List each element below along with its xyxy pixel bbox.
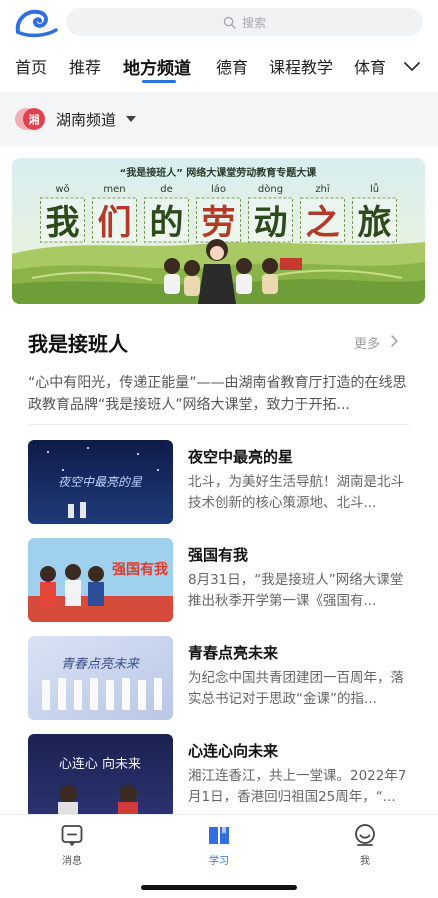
tab-sports[interactable]: 体育 <box>354 54 386 78</box>
nav-study[interactable]: 学习 <box>189 823 249 867</box>
region-selector-row: 湘 湖南频道 <box>0 92 438 146</box>
region-badge-text: 湘 <box>29 113 40 127</box>
region-label[interactable]: 湖南频道 <box>56 109 116 130</box>
thumbnail-title: 夜空中最亮的星 <box>58 475 143 489</box>
banner-pinyin: lǚ <box>370 182 379 195</box>
banner-pinyin: zhī <box>315 184 330 195</box>
caret-down-icon[interactable] <box>126 116 136 122</box>
banner-pinyin: de <box>160 184 173 195</box>
nav-label: 我 <box>360 856 370 867</box>
list-item[interactable]: 夜空中最亮的星 夜空中最亮的星 北斗，为美好生活导航！湖南是北斗技术创新的核心策… <box>28 440 413 526</box>
banner-title-char: 们 <box>98 203 132 243</box>
banner-illustration: “我是接班人” 网络大课堂劳动教育专题大课 wǒ 我 men 们 de 的 láo 劳 dòng… <box>12 158 425 304</box>
bottom-navigation: 消息 学习 我 <box>0 814 438 898</box>
chevron-right-icon[interactable] <box>389 335 399 347</box>
home-indicator <box>141 885 297 890</box>
video-thumbnail[interactable]: 心连心 向未来 <box>28 734 173 818</box>
banner-title-char: 之 <box>306 203 340 243</box>
chevron-down-icon[interactable] <box>402 56 422 76</box>
nav-messages[interactable]: 消息 <box>42 823 102 867</box>
item-title[interactable]: 青春点亮未来 <box>188 642 278 663</box>
active-tab-indicator <box>142 80 176 83</box>
item-description: 北斗，为美好生活导航！湖南是北斗技术创新的核心策源地、北斗... <box>188 474 404 511</box>
banner-title-char: 我 <box>46 203 80 243</box>
banner-title-char: 劳 <box>202 203 236 243</box>
thumbnail-title: 青春点亮未来 <box>61 657 141 672</box>
search-placeholder: 搜索 <box>241 15 266 30</box>
message-icon <box>61 825 83 846</box>
nav-label: 学习 <box>209 856 229 867</box>
banner-title-char: 旅 <box>358 203 392 243</box>
item-title[interactable]: 心连心向未来 <box>188 740 278 761</box>
region-badge-icon[interactable]: 湘 <box>14 106 46 132</box>
app-logo-icon[interactable] <box>14 6 58 38</box>
search-icon <box>223 16 236 29</box>
nav-profile[interactable]: 我 <box>335 823 395 867</box>
banner-pinyin: men <box>103 184 125 195</box>
promo-banner[interactable]: “我是接班人” 网络大课堂劳动教育专题大课 wǒ 我 men 们 de 的 láo 劳 dòng… <box>12 158 425 304</box>
banner-title-char: 的 <box>150 203 184 243</box>
banner-title-char: 动 <box>254 203 288 243</box>
book-icon <box>209 827 229 844</box>
item-description: 湘江连香江，共上一堂课。2022年7月1日，香港回归祖国25周年，“... <box>188 768 407 805</box>
item-title[interactable]: 强国有我 <box>188 544 248 565</box>
section-card: 我是接班人 更多 “心中有阳光，传递正能量”——由湖南省教育厅打造的在线思政教育… <box>12 304 425 818</box>
list-item[interactable]: 心连心 向未来 心连心向未来 湘江连香江，共上一堂课。2022年7月1日，香港回… <box>28 734 413 820</box>
video-thumbnail[interactable]: 夜空中最亮的星 <box>28 440 173 524</box>
tab-course-teaching[interactable]: 课程教学 <box>269 54 333 78</box>
section-description: “心中有阳光，传递正能量”——由湖南省教育厅打造的在线思政教育品牌“我是接班人”… <box>28 375 407 413</box>
top-bar: 搜索 <box>0 0 438 44</box>
nav-label: 消息 <box>62 856 82 867</box>
divider <box>28 424 409 425</box>
item-description: 8月31日，“我是接班人”网络大课堂推出秋季开学第一课《强国有... <box>188 572 404 609</box>
section-title: 我是接班人 <box>28 332 128 356</box>
video-thumbnail[interactable]: 强国有我 <box>28 538 173 622</box>
more-link[interactable]: 更多 <box>354 333 380 352</box>
banner-pinyin: láo <box>211 183 226 195</box>
banner-pinyin: dòng <box>258 183 283 195</box>
banner-subtitle: “我是接班人” 网络大课堂劳动教育专题大课 <box>120 166 318 179</box>
channel-tabs: 首页 推荐 地方频道 德育 课程教学 体育 <box>0 48 438 86</box>
item-title[interactable]: 夜空中最亮的星 <box>188 446 293 467</box>
profile-icon <box>355 824 375 846</box>
tab-recommend[interactable]: 推荐 <box>69 54 101 78</box>
video-thumbnail[interactable]: 青春点亮未来 <box>28 636 173 720</box>
list-item[interactable]: 青春点亮未来 青春点亮未来 为纪念中国共青团建团一百周年，落实总书记对于思政“金… <box>28 636 413 722</box>
tab-local-channel[interactable]: 地方频道 <box>123 54 191 79</box>
banner-pinyin: wǒ <box>55 183 69 195</box>
item-description: 为纪念中国共青团建团一百周年，落实总书记对于思政“金课”的指... <box>188 670 404 707</box>
thumbnail-title: 强国有我 <box>112 561 168 578</box>
tab-moral-education[interactable]: 德育 <box>216 54 248 78</box>
search-bar[interactable]: 搜索 <box>66 8 423 36</box>
thumbnail-title: 心连心 向未来 <box>59 756 141 772</box>
tab-home[interactable]: 首页 <box>15 54 47 78</box>
list-item[interactable]: 强国有我 强国有我 8月31日，“我是接班人”网络大课堂推出秋季开学第一课《强国… <box>28 538 413 624</box>
